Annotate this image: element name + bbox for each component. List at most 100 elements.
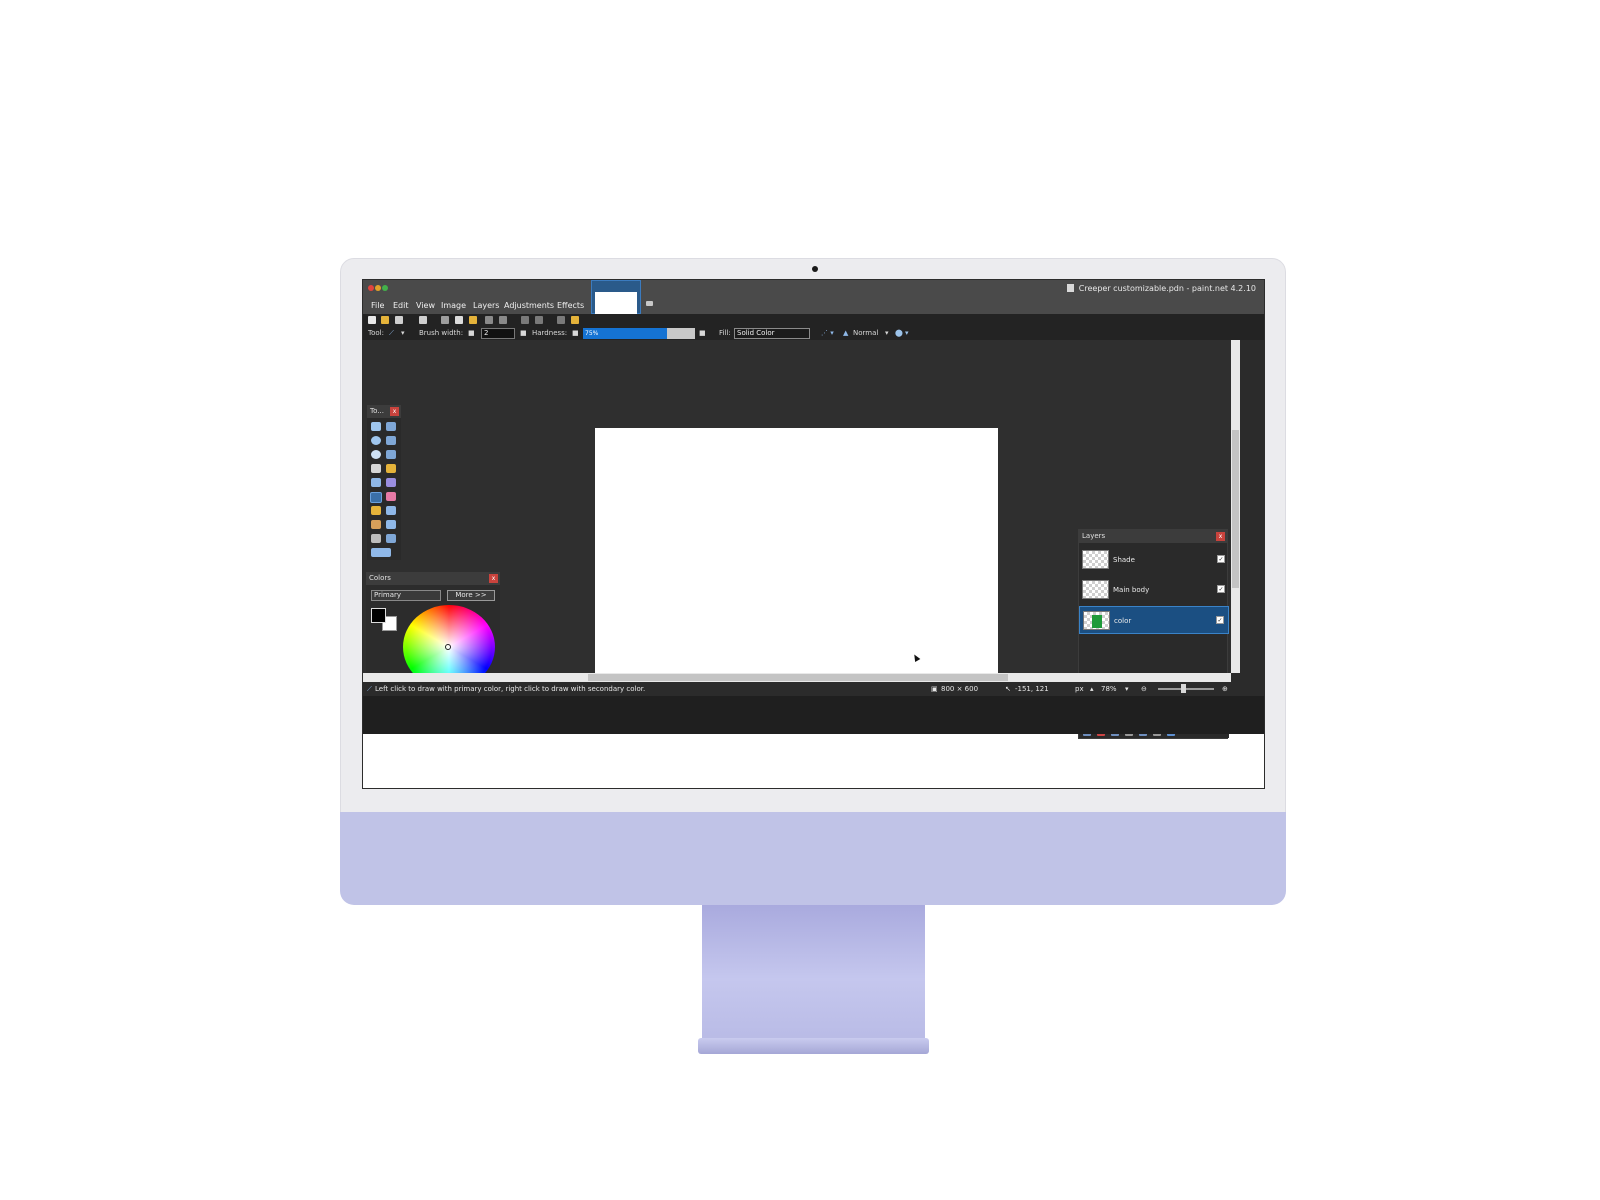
window-bottom-area bbox=[363, 696, 1264, 734]
main-toolbar bbox=[363, 314, 1264, 327]
horizontal-scrollbar[interactable] bbox=[363, 673, 1231, 682]
cut-icon[interactable] bbox=[441, 316, 449, 324]
undo-icon[interactable] bbox=[521, 316, 529, 324]
layer-row[interactable]: Main body ✓ bbox=[1079, 576, 1229, 604]
layer-thumbnail bbox=[1082, 580, 1109, 599]
primary-secondary-select[interactable]: Primary bbox=[371, 590, 441, 601]
units-select[interactable]: px bbox=[1075, 685, 1084, 693]
lasso-select-tool-icon[interactable] bbox=[371, 436, 381, 445]
ellipse-select-tool-icon[interactable] bbox=[371, 450, 381, 459]
layer-visibility-checkbox[interactable]: ✓ bbox=[1217, 585, 1225, 593]
save-icon[interactable] bbox=[395, 316, 403, 324]
ruler-icon[interactable] bbox=[571, 316, 579, 324]
move-selection-tool-icon[interactable] bbox=[386, 436, 396, 445]
brush-width-decrease-icon[interactable]: ■ bbox=[468, 329, 475, 337]
zoom-tool-icon[interactable] bbox=[386, 450, 396, 459]
tool-dropdown-icon[interactable]: ▾ bbox=[401, 329, 405, 337]
hardness-increase-icon[interactable]: ■ bbox=[699, 329, 706, 337]
vertical-scroll-thumb[interactable] bbox=[1232, 430, 1239, 588]
close-window-button[interactable] bbox=[368, 285, 374, 291]
imac-stand bbox=[702, 905, 925, 1040]
menu-effects[interactable]: Effects bbox=[557, 301, 584, 310]
zoom-dropdown-icon[interactable]: ▾ bbox=[1125, 685, 1129, 693]
horizontal-scroll-thumb[interactable] bbox=[588, 674, 1008, 681]
layer-name: color bbox=[1114, 617, 1132, 625]
layer-visibility-checkbox[interactable]: ✓ bbox=[1217, 555, 1225, 563]
layer-row[interactable]: Shade ✓ bbox=[1079, 546, 1229, 574]
antialias-icon[interactable]: ⋰ ▾ bbox=[821, 329, 834, 337]
pencil-tool-icon[interactable] bbox=[371, 506, 381, 515]
clone-stamp-tool-icon[interactable] bbox=[371, 520, 381, 529]
menu-edit[interactable]: Edit bbox=[393, 301, 409, 310]
image-size-icon: ▣ bbox=[931, 685, 938, 693]
deselect-icon[interactable] bbox=[499, 316, 507, 324]
zoom-in-icon[interactable]: ⊕ bbox=[1222, 685, 1228, 693]
crop-icon[interactable] bbox=[485, 316, 493, 324]
gradient-tool-icon[interactable] bbox=[386, 478, 396, 487]
brush-width-input[interactable]: 2 bbox=[481, 328, 515, 339]
primary-color-swatch[interactable] bbox=[371, 608, 386, 623]
alpha-mode-icon[interactable]: ⬤ ▾ bbox=[895, 329, 909, 337]
copy-icon[interactable] bbox=[455, 316, 463, 324]
maximize-window-button[interactable] bbox=[382, 285, 388, 291]
pan-tool-icon[interactable] bbox=[386, 464, 396, 473]
vertical-scrollbar[interactable] bbox=[1231, 340, 1240, 673]
minimize-window-button[interactable] bbox=[375, 285, 381, 291]
zoom-value[interactable]: 78% bbox=[1101, 685, 1117, 693]
document-tab[interactable] bbox=[591, 280, 641, 320]
paint-bucket-tool-icon[interactable] bbox=[371, 478, 381, 487]
menu-image[interactable]: Image bbox=[441, 301, 466, 310]
menu-view[interactable]: View bbox=[416, 301, 435, 310]
paintbrush-tool-icon[interactable] bbox=[370, 492, 382, 503]
menu-layers[interactable]: Layers bbox=[473, 301, 499, 310]
tools-panel-header: To... x bbox=[367, 405, 401, 418]
close-icon[interactable]: x bbox=[489, 574, 498, 583]
zoom-slider-handle[interactable] bbox=[1181, 684, 1186, 693]
fill-select[interactable]: Solid Color bbox=[734, 328, 810, 339]
paintnet-window: Creeper customizable.pdn - paint.net 4.2… bbox=[363, 280, 1264, 739]
new-icon[interactable] bbox=[368, 316, 376, 324]
brush-width-increase-icon[interactable]: ■ bbox=[520, 329, 527, 337]
tools-panel-title: To... bbox=[370, 407, 384, 415]
move-selected-tool-icon[interactable] bbox=[386, 422, 396, 431]
more-colors-button[interactable]: More >> bbox=[447, 590, 495, 601]
recolor-tool-icon[interactable] bbox=[386, 520, 396, 529]
cursor-position: -151, 121 bbox=[1015, 685, 1049, 693]
redo-icon[interactable] bbox=[535, 316, 543, 324]
tools-panel: To... x bbox=[367, 405, 401, 560]
text-tool-icon[interactable] bbox=[371, 534, 381, 543]
menu-adjustments[interactable]: Adjustments bbox=[504, 301, 554, 310]
paintbrush-icon[interactable]: ⟋ bbox=[389, 329, 394, 338]
print-icon[interactable] bbox=[419, 316, 427, 324]
units-dropdown-icon[interactable]: ▴ bbox=[1090, 685, 1094, 693]
image-canvas[interactable] bbox=[595, 428, 998, 698]
blend-mode-icon[interactable]: ▲ bbox=[843, 329, 848, 337]
layer-name: Main body bbox=[1113, 586, 1150, 594]
magic-wand-tool-icon[interactable] bbox=[371, 464, 381, 473]
eraser-tool-icon[interactable] bbox=[386, 492, 396, 501]
blend-dropdown-icon[interactable]: ▾ bbox=[885, 329, 889, 337]
zoom-slider[interactable] bbox=[1158, 688, 1214, 690]
cursor-position-icon: ↖ bbox=[1005, 685, 1011, 693]
close-icon[interactable]: x bbox=[390, 407, 399, 416]
color-picker-tool-icon[interactable] bbox=[386, 506, 396, 515]
menu-file[interactable]: File bbox=[371, 301, 384, 310]
zoom-out-icon[interactable]: ⊖ bbox=[1141, 685, 1147, 693]
layer-row[interactable]: color ✓ bbox=[1079, 606, 1229, 634]
open-icon[interactable] bbox=[381, 316, 389, 324]
tab-dropdown-icon[interactable] bbox=[646, 301, 653, 306]
paste-icon[interactable] bbox=[469, 316, 477, 324]
hardness-slider[interactable]: 75% bbox=[583, 328, 695, 339]
layer-visibility-checkbox[interactable]: ✓ bbox=[1216, 616, 1224, 624]
tool-options-bar: Tool: ⟋ ▾ Brush width: ■ 2 ■ Hardness: ■… bbox=[363, 327, 1264, 340]
grid-icon[interactable] bbox=[557, 316, 565, 324]
shapes-tool-icon[interactable] bbox=[371, 548, 391, 557]
hardness-decrease-icon[interactable]: ■ bbox=[572, 329, 579, 337]
line-curve-tool-icon[interactable] bbox=[386, 534, 396, 543]
close-icon[interactable]: x bbox=[1216, 532, 1225, 541]
document-icon bbox=[1066, 284, 1074, 292]
blend-mode-value[interactable]: Normal bbox=[853, 329, 878, 337]
rectangle-select-tool-icon[interactable] bbox=[371, 422, 381, 431]
canvas-workspace[interactable]: To... x Colors x Primary More >> Layers … bbox=[363, 340, 1233, 739]
color-wheel-selector[interactable] bbox=[445, 644, 451, 650]
